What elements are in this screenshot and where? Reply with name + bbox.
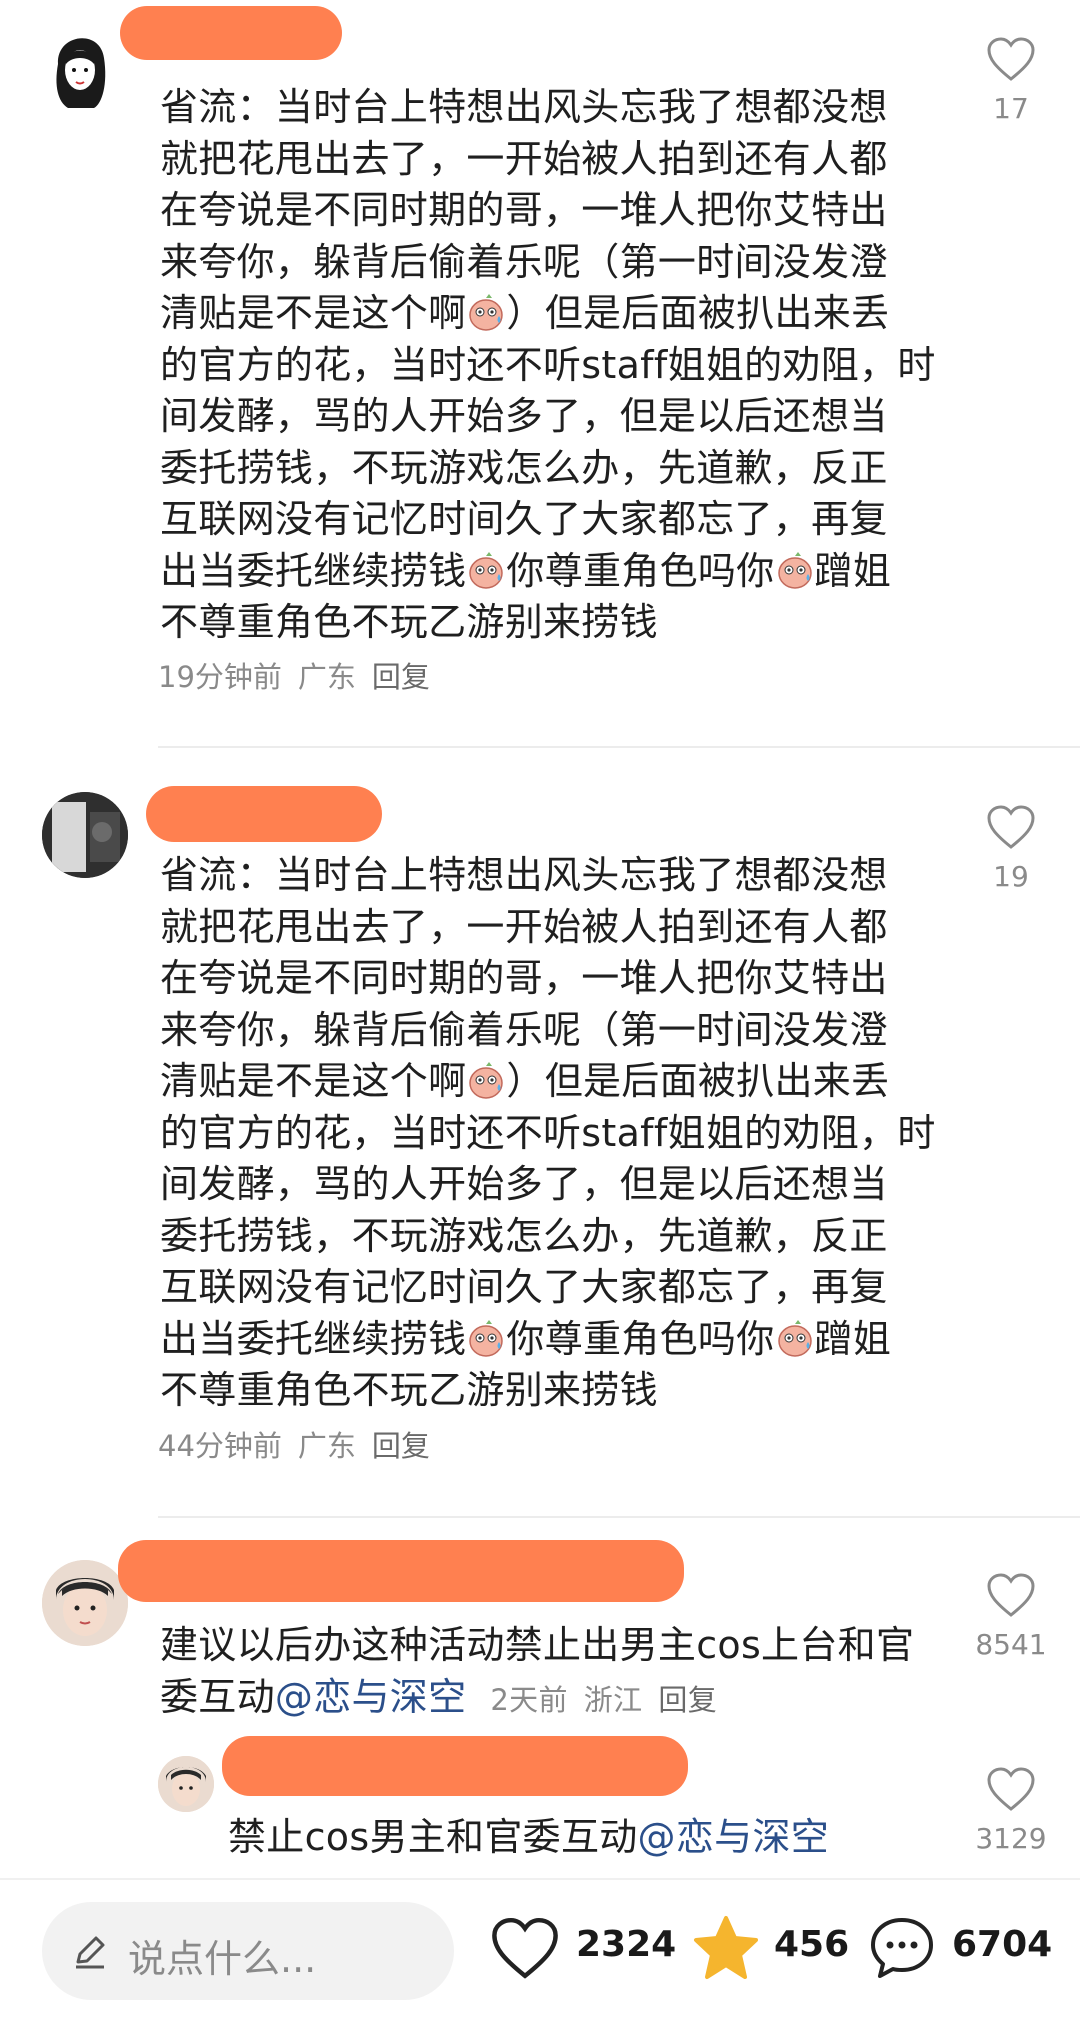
comment-time: 19分钟前 [158, 660, 282, 694]
redacted-username [118, 1540, 684, 1602]
heart-outline-icon [987, 1767, 1035, 1811]
like-count: 8541 [975, 1628, 1047, 1661]
mention-link[interactable]: @恋与深空 [275, 1675, 467, 1719]
input-placeholder: 说点什么... [128, 1937, 317, 1981]
sweat-emoji-icon [466, 1318, 506, 1358]
sweat-emoji-icon [466, 1060, 506, 1100]
heart-outline-icon [987, 37, 1035, 81]
bottom-action-bar: 说点什么... 2324 456 6704 [0, 1878, 1080, 2025]
like-count: 19 [993, 860, 1029, 893]
pencil-icon [76, 1936, 105, 1969]
sweat-emoji-icon [775, 550, 815, 590]
star-total: 456 [774, 1924, 850, 1965]
comment-time: 2天前 [490, 1682, 568, 1717]
sweat-emoji-icon [775, 1318, 815, 1358]
avatar[interactable] [48, 24, 112, 110]
heart-outline-icon [492, 1917, 558, 1979]
comment-location: 浙江 [583, 1682, 643, 1717]
redacted-username [222, 1736, 688, 1796]
avatar[interactable] [42, 792, 128, 878]
avatar[interactable] [158, 1756, 214, 1812]
like-total: 2324 [576, 1924, 677, 1965]
comment-input[interactable]: 说点什么... [42, 1902, 454, 2000]
comment-total: 6704 [952, 1924, 1053, 1965]
comment-meta: 44分钟前 广东 回复 [158, 1423, 446, 1465]
comment-stat[interactable]: 6704 [866, 1910, 1066, 1990]
like-count: 17 [993, 92, 1029, 125]
reply-button[interactable]: 回复 [372, 1429, 430, 1463]
like-button[interactable]: 3129 [966, 1766, 1056, 1855]
divider [158, 746, 1080, 748]
avatar[interactable] [42, 1560, 128, 1646]
mention-link[interactable]: @恋与深空 [638, 1815, 830, 1859]
heart-outline-icon [987, 805, 1035, 849]
star-icon [694, 1916, 758, 1979]
like-button[interactable]: 8541 [966, 1572, 1056, 1661]
star-stat[interactable]: 456 [690, 1910, 860, 1990]
like-count: 3129 [975, 1822, 1047, 1855]
like-button[interactable]: 17 [966, 36, 1056, 125]
comment-time: 44分钟前 [158, 1429, 282, 1463]
reply-button[interactable]: 回复 [658, 1683, 717, 1717]
divider [158, 1516, 1080, 1518]
like-button[interactable]: 19 [966, 804, 1056, 893]
sweat-emoji-icon [466, 550, 506, 590]
comment-text: 省流：当时台上特想出风头忘我了想都没想 就把花甩出去了，一开始被人拍到还有人都 … [160, 85, 936, 644]
comment-location: 广东 [297, 660, 356, 694]
comment-location: 广东 [297, 1429, 356, 1463]
comment-text: 省流：当时台上特想出风头忘我了想都没想 就把花甩出去了，一开始被人拍到还有人都 … [160, 853, 936, 1412]
sweat-emoji-icon [466, 292, 506, 332]
reply-text: 禁止cos男主和官委互动@恋与深空 [228, 1815, 830, 1859]
redacted-username [120, 6, 342, 60]
heart-outline-icon [987, 1573, 1035, 1617]
comment-text: 建议以后办这种活动禁止出男主cos上台和官 委互动@恋与深空 2天前 浙江 回复 [160, 1623, 915, 1719]
chat-bubble-icon [871, 1918, 933, 1978]
redacted-username [146, 786, 382, 842]
comment-meta: 19分钟前 广东 回复 [158, 654, 446, 696]
like-stat[interactable]: 2324 [490, 1910, 676, 1990]
reply-button[interactable]: 回复 [372, 660, 430, 694]
